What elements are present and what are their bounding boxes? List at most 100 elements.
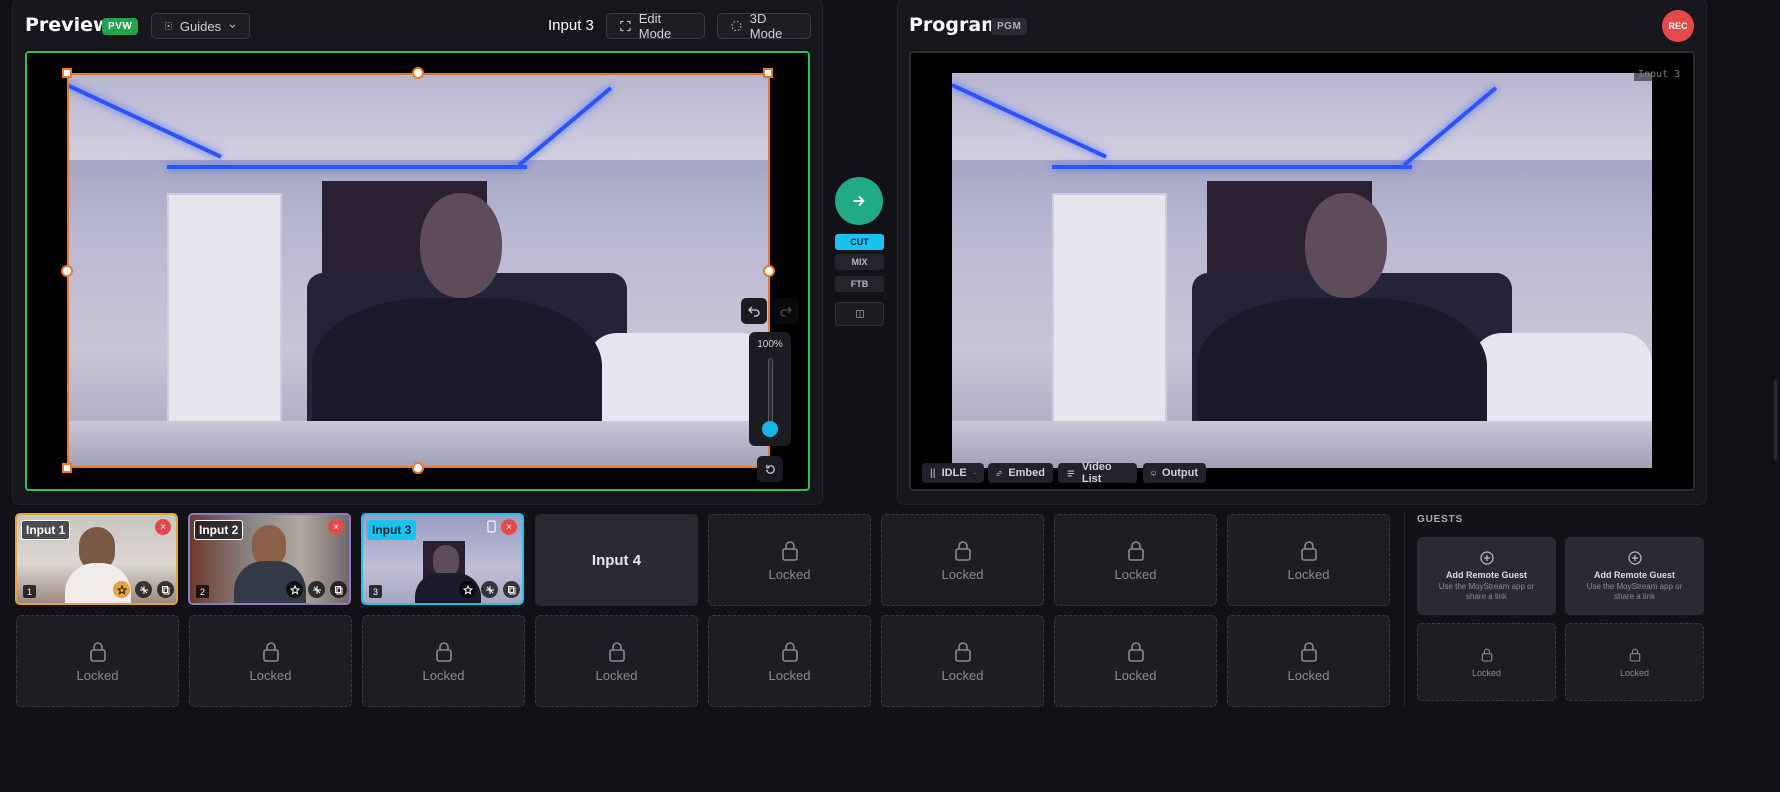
effects-button[interactable] [135,581,152,598]
program-video [952,73,1652,468]
locked-label: Locked [249,668,292,683]
input-tile-1[interactable]: Input 1 × 1 [15,513,178,605]
locked-label: Locked [1114,567,1157,582]
resize-handle-top[interactable] [412,67,424,79]
input-name: Input 1 [21,520,71,540]
favorite-button[interactable] [286,581,303,598]
lock-icon [1301,642,1317,662]
locked-label: Locked [1287,668,1330,683]
effects-button[interactable] [308,581,325,598]
lock-icon [1629,648,1641,662]
lock-icon [1481,648,1493,662]
mix-transition-button[interactable]: MIX [835,254,884,270]
input-number: 3 [369,585,382,598]
cube-icon [731,20,742,32]
resize-handle-top-right[interactable] [763,68,773,78]
sparkle-icon [139,585,148,594]
duplicate-button[interactable] [157,581,174,598]
remove-input-button[interactable]: × [501,519,517,535]
locked-label: Locked [768,668,811,683]
remove-input-button[interactable]: × [328,519,344,535]
pvw-badge: PVW [102,18,139,35]
edit-mode-button[interactable]: Edit Mode [606,11,705,41]
take-button[interactable] [835,177,883,225]
input-tile-4[interactable]: Input 4 [535,514,698,606]
locked-label: Locked [595,668,638,683]
record-button[interactable]: REC [1662,10,1694,42]
embed-label: Embed [1008,467,1045,479]
locked-slot: Locked [1227,615,1390,707]
output-button[interactable]: Output [1143,463,1206,483]
guest-subtitle: Use the MoyStream app or share a link [1438,582,1535,601]
effects-button[interactable] [481,581,498,598]
mobile-icon [487,520,496,538]
guest-title: Add Remote Guest [1593,570,1675,580]
lock-icon [263,642,279,662]
locked-label: Locked [1287,567,1330,582]
favorite-button[interactable] [459,581,476,598]
sparkle-icon [485,585,494,594]
guest-subtitle: Use the MoyStream app or share a link [1586,582,1683,601]
preview-active-input: Input 3 [548,17,594,34]
resize-handle-bottom-left[interactable] [62,463,72,473]
monitor-icon [1151,471,1156,475]
reset-transform-button[interactable] [757,456,783,482]
duplicate-button[interactable] [330,581,347,598]
guides-button[interactable]: Guides [151,13,250,39]
zoom-control: 100% [749,332,791,446]
cut-transition-button[interactable]: CUT [835,234,884,250]
guests-heading: GUESTS [1417,514,1463,525]
plus-circle-icon [1628,551,1642,565]
remove-input-button[interactable]: × [155,519,171,535]
locked-slot: Locked [881,514,1044,606]
add-remote-guest-button[interactable]: Add Remote Guest Use the MoyStream app o… [1565,537,1704,615]
input-number: 2 [196,585,209,598]
locked-slot: Locked [708,615,871,707]
copy-icon [161,585,169,594]
input-tile-2[interactable]: Input 2 × 2 [188,513,351,605]
locked-slot: Locked [1054,514,1217,606]
favorite-button[interactable] [113,581,130,598]
guides-label: Guides [179,18,222,34]
embed-button[interactable]: Embed [988,463,1053,483]
zoom-slider-handle[interactable] [762,421,778,437]
lock-icon [90,642,106,662]
input-tile-3[interactable]: Input 3 × 3 [361,513,524,605]
copy-icon [507,585,515,594]
lock-icon [782,642,798,662]
copy-icon [334,585,342,594]
undo-button[interactable] [741,298,767,324]
locked-slot: Locked [189,615,352,707]
selection-box[interactable] [67,73,770,468]
chevron-down-icon [973,472,976,474]
input-name: Input 2 [194,520,244,540]
list-icon [1067,469,1075,477]
add-remote-guest-button[interactable]: Add Remote Guest Use the MoyStream app o… [1417,537,1556,615]
resize-handle-bottom[interactable] [412,462,424,474]
video-list-button[interactable]: Video List [1058,461,1137,485]
resize-handle-right[interactable] [763,265,775,277]
resize-handle-left[interactable] [61,265,73,277]
redo-icon [780,306,792,317]
sparkle-icon [312,585,321,594]
lock-icon [955,642,971,662]
program-title: Program [909,14,1001,36]
duplicate-button[interactable] [503,581,520,598]
3d-mode-button[interactable]: 3D Mode [717,11,811,41]
stream-status[interactable]: || IDLE [922,463,984,483]
transition-settings-button[interactable] [835,302,884,326]
lock-icon [1128,642,1144,662]
scrollbar[interactable] [1774,380,1777,460]
locked-label: Locked [1471,668,1502,678]
locked-slot: Locked [881,615,1044,707]
3d-mode-label: 3D Mode [749,11,783,41]
preview-title: Preview [25,14,111,36]
input-name: Input 3 [367,520,417,540]
zoom-value: 100% [757,339,783,350]
zoom-slider-track[interactable] [768,358,773,428]
resize-handle-top-left[interactable] [62,68,72,78]
ftb-transition-button[interactable]: FTB [835,276,884,292]
chevron-down-icon [229,24,236,28]
redo-button[interactable] [773,298,799,324]
locked-slot: Locked [16,615,179,707]
